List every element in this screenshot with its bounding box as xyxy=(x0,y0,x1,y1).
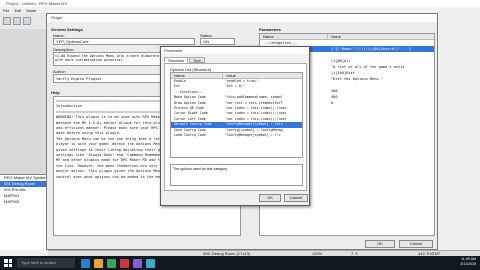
taskbar: Type here to search 11:49 AM 4/11/2019 xyxy=(0,256,480,270)
clock-date: 4/11/2019 xyxy=(460,262,476,266)
editor-title: Project - Untitled - RPG Maker MV xyxy=(0,0,480,7)
option-name: Load Config Code xyxy=(174,132,206,137)
toolbar xyxy=(0,13,48,29)
new-project-icon[interactable] xyxy=(3,17,11,25)
plugin-ok-button[interactable]: OK xyxy=(365,240,395,248)
column-header-name[interactable]: Name xyxy=(171,73,223,78)
taskbar-app-icon[interactable] xyxy=(81,258,90,268)
plugin-status-select[interactable]: ON xyxy=(200,38,235,45)
options-table: Name Value Enable "enabled = true;" Ext "e… xyxy=(170,72,303,158)
windows-start-icon[interactable] xyxy=(3,258,13,268)
taskbar-app-icon[interactable] xyxy=(133,258,142,268)
parameters-heading: Parameters xyxy=(259,27,281,32)
plugin-name-select[interactable]: YEP_OptionsCore xyxy=(53,38,195,45)
column-header-name[interactable]: Name xyxy=(260,34,328,39)
help-heading: Help xyxy=(51,90,60,95)
general-settings-heading: General Settings xyxy=(51,27,83,32)
taskbar-search-input[interactable]: Type here to search xyxy=(17,258,75,268)
parameter-ok-button[interactable]: OK xyxy=(259,194,281,202)
open-project-icon[interactable] xyxy=(13,17,21,25)
tileset-palette[interactable] xyxy=(0,29,48,174)
menu-file[interactable]: File xyxy=(3,8,9,13)
plugin-dialog-title: Plugin xyxy=(47,14,437,22)
map-list: RPG Maker MV System 001 Debug Room 002 P… xyxy=(0,174,48,250)
parameter-cancel-button[interactable]: Cancel xyxy=(284,194,308,202)
taskbar-app-icon[interactable] xyxy=(107,258,116,268)
taskbar-app-icon[interactable] xyxy=(94,258,103,268)
clock[interactable]: 11:49 AM 4/11/2019 xyxy=(460,257,476,267)
option-row[interactable]: Load Config Code "ConfigManager[symbol] =… xyxy=(171,133,302,138)
structure-panel: Options List (Structure) Name Value Enab… xyxy=(164,63,307,191)
save-project-icon[interactable] xyxy=(23,17,31,25)
map-list-item[interactable]: MAP002 xyxy=(0,199,48,205)
taskbar-apps xyxy=(81,258,155,268)
option-description: The options used for this category. xyxy=(170,164,303,186)
menu-mode[interactable]: Mode xyxy=(26,8,36,13)
taskbar-app-icon[interactable] xyxy=(120,258,129,268)
parameter-dialog-title: Parameter xyxy=(161,47,309,54)
column-header-value[interactable]: Value xyxy=(223,73,302,78)
plugin-cancel-button[interactable]: Cancel xyxy=(399,240,433,248)
option-value: "ConfigManager[symbol] = !!c xyxy=(225,132,281,137)
parameter-dialog: Parameter Structure Text Options List (S… xyxy=(160,46,310,206)
column-header-value[interactable]: Value xyxy=(328,34,434,39)
menu-edit[interactable]: Edit xyxy=(14,8,21,13)
parameter-value: 0 xyxy=(331,101,334,105)
taskbar-app-icon[interactable] xyxy=(146,258,155,268)
